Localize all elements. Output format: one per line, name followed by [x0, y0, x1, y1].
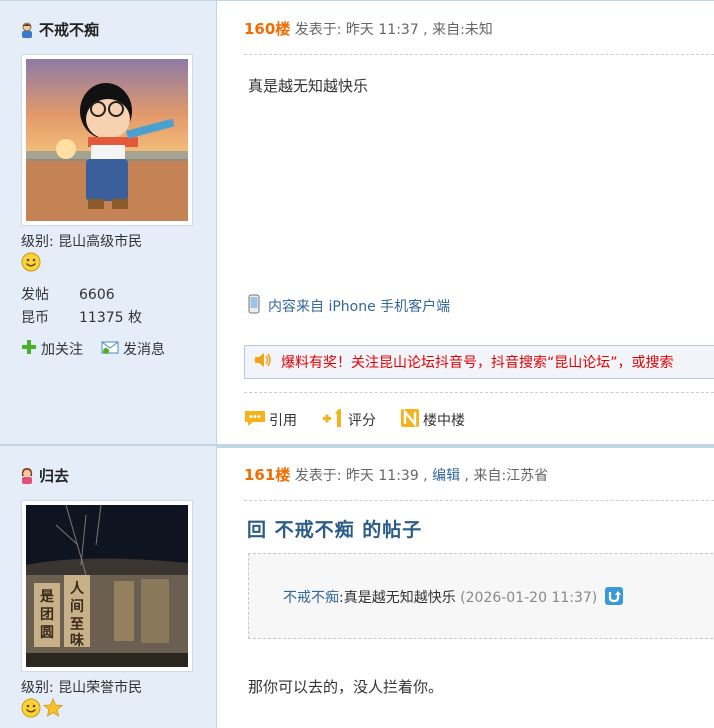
stat-posts: 发帖 6606 — [21, 284, 115, 304]
quote-text: :真是越无知越快乐 — [339, 590, 456, 606]
floor-number[interactable]: 160楼 — [244, 20, 290, 38]
post-operations: 引用 评分 楼中楼 — [244, 408, 465, 432]
level-label: 级别: — [21, 234, 54, 250]
jump-to-post-icon[interactable] — [604, 586, 624, 610]
level-label: 级别: — [21, 680, 54, 696]
quote-button[interactable]: 引用 — [244, 409, 297, 431]
svg-text:人: 人 — [70, 580, 85, 597]
smiley-medal-icon[interactable] — [21, 252, 41, 276]
sub-thread-button[interactable]: 楼中楼 — [400, 408, 465, 432]
stat-value[interactable]: 6606 — [79, 287, 115, 303]
user-level: 级别: 昆山高级市民 — [21, 231, 142, 251]
post-time: 发表于: 昨天 11:37 , — [294, 22, 428, 38]
envelope-icon — [101, 339, 119, 359]
quote-block: 不戒不痴:真是越无知越快乐 (2026-01-20 11:37) — [248, 553, 714, 639]
floor-number[interactable]: 161楼 — [244, 466, 290, 484]
medals — [21, 697, 64, 722]
quote-author-link[interactable]: 不戒不痴 — [283, 590, 339, 606]
svg-text:至: 至 — [70, 617, 84, 633]
post-content: 真是越无知越快乐 — [248, 77, 369, 95]
svg-text:圆: 圆 — [40, 625, 54, 641]
post-time: 发表于: 昨天 11:39 , — [294, 468, 428, 484]
edit-link[interactable]: 编辑 — [432, 468, 460, 484]
avatar-image: 是团圆 人间至味 — [26, 505, 188, 667]
quote-label[interactable]: 引用 — [269, 410, 297, 430]
svg-text:是: 是 — [40, 589, 55, 605]
rate-label[interactable]: 评分 — [348, 410, 376, 430]
level-value: 昆山荣誉市民 — [58, 680, 143, 696]
quote-time: (2026-01-20 11:37) — [455, 590, 598, 606]
stat-key: 发帖 — [21, 287, 49, 303]
svg-text:团: 团 — [40, 607, 54, 623]
author-actions: 加关注 发消息 — [21, 339, 165, 359]
level-value: 昆山高级市民 — [58, 234, 143, 250]
smiley-medal-icon[interactable] — [21, 698, 41, 722]
avatar[interactable]: 是团圆 人间至味 — [21, 500, 193, 672]
message-button[interactable]: 发消息 — [101, 339, 165, 359]
phone-icon — [248, 294, 260, 318]
svg-text:味: 味 — [70, 633, 84, 649]
male-user-icon — [20, 22, 34, 38]
sub-thread-label[interactable]: 楼中楼 — [423, 410, 465, 430]
female-user-icon — [20, 467, 34, 484]
post-content: 那你可以去的，没人拦着你。 — [248, 678, 444, 696]
divider — [244, 54, 714, 55]
rate-button[interactable]: 评分 — [321, 408, 376, 432]
divider — [244, 500, 714, 501]
client-note-link[interactable]: 内容来自 iPhone 手机客户端 — [268, 296, 450, 316]
medals — [21, 252, 41, 276]
author-name[interactable]: 不戒不痴 — [20, 19, 99, 40]
post-meta: 161楼 发表于: 昨天 11:39 , 编辑 , 来自:江苏省 — [244, 464, 548, 485]
client-note: 内容来自 iPhone 手机客户端 — [248, 294, 450, 318]
post-meta: 160楼 发表于: 昨天 11:37 , 来自:未知 — [244, 18, 493, 39]
post-160: 不戒不痴 级别: 昆山高级市民 发帖 6606 昆币 11375 枚 加关注 发… — [0, 0, 714, 448]
stat-coins: 昆币 11375 枚 — [21, 307, 142, 327]
stat-value: 11375 枚 — [79, 310, 142, 326]
author-name-text[interactable]: 不戒不痴 — [39, 19, 99, 40]
post-161: 归去 是团圆 人间至味 级别: 昆山荣誉市民 161楼 发表于: 昨天 11:3… — [0, 446, 714, 728]
author-name[interactable]: 归去 — [20, 465, 69, 486]
divider — [244, 392, 714, 393]
quote-icon — [244, 409, 266, 431]
follow-button[interactable]: 加关注 — [21, 339, 83, 359]
author-name-text[interactable]: 归去 — [39, 465, 69, 486]
stat-key: 昆币 — [21, 310, 49, 326]
user-level: 级别: 昆山荣誉市民 — [21, 677, 142, 697]
plus-one-icon — [321, 408, 345, 432]
star-medal-icon[interactable] — [42, 697, 64, 722]
plus-icon — [21, 339, 37, 359]
post-source: , 来自:江苏省 — [464, 468, 549, 484]
divider — [0, 0, 714, 1]
notice-text[interactable]: 爆料有奖！关注昆山论坛抖音号，抖音搜索“昆山论坛”，或搜索 — [281, 352, 674, 372]
notice-bar[interactable]: 爆料有奖！关注昆山论坛抖音号，抖音搜索“昆山论坛”，或搜索 — [244, 345, 714, 379]
follow-label[interactable]: 加关注 — [41, 339, 83, 359]
reply-title: 回 不戒不痴 的帖子 — [247, 519, 423, 541]
post-source: 来自:未知 — [432, 22, 493, 38]
message-label[interactable]: 发消息 — [123, 339, 165, 359]
avatar-image — [26, 59, 188, 221]
n-icon — [400, 408, 420, 432]
speaker-icon — [253, 351, 273, 373]
avatar[interactable] — [21, 54, 193, 226]
svg-text:间: 间 — [70, 598, 84, 615]
